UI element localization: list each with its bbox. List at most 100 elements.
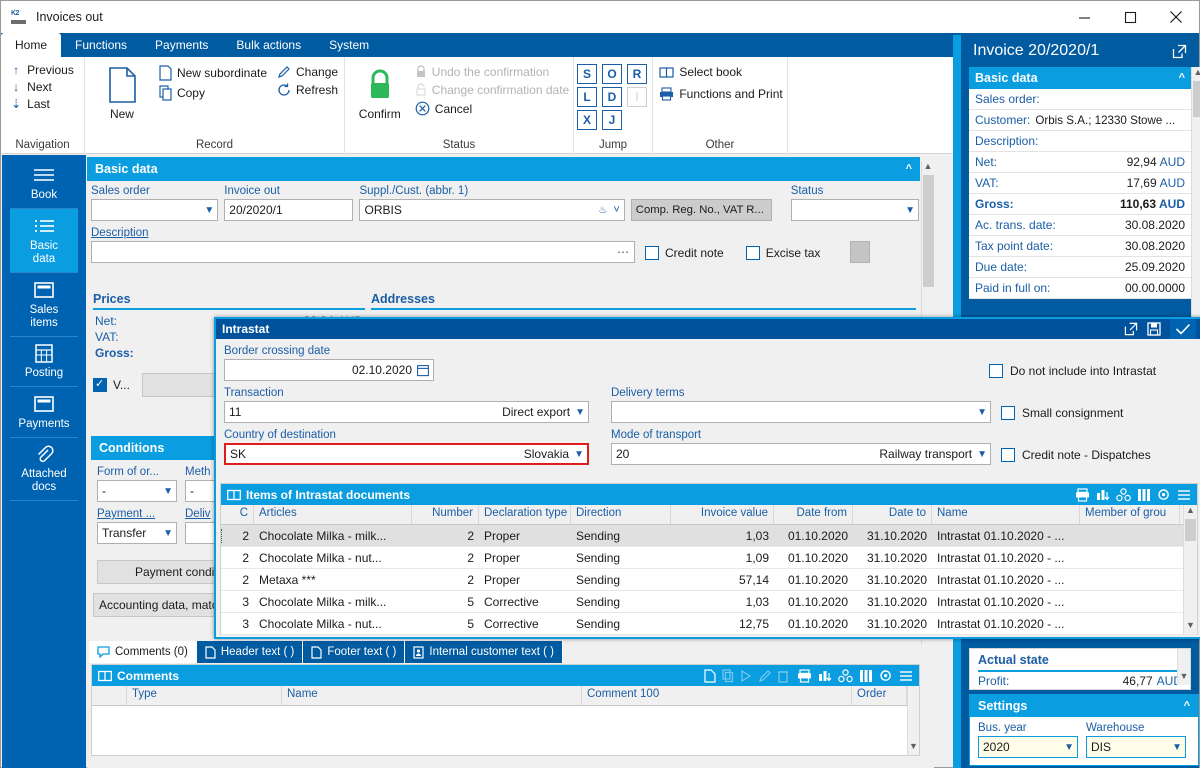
- table-row[interactable]: 3 Chocolate Milka - milk... 5 Corrective…: [221, 591, 1197, 613]
- chart-icon[interactable]: [1096, 488, 1110, 502]
- tab-bulk-actions[interactable]: Bulk actions: [222, 33, 315, 57]
- jump-key-o[interactable]: O: [602, 64, 622, 84]
- description-input[interactable]: ⋯: [91, 241, 635, 263]
- col-date-to[interactable]: Date to: [853, 505, 932, 524]
- dropdown-icon[interactable]: ▼: [204, 205, 214, 216]
- contact-tree-icon[interactable]: ♨: [598, 205, 607, 216]
- tab-header-text[interactable]: Header text ( ): [196, 641, 304, 663]
- dropdown-icon[interactable]: ▼: [977, 407, 987, 418]
- new-record-icon[interactable]: [704, 668, 716, 683]
- tab-system[interactable]: System: [315, 33, 383, 57]
- refresh-button[interactable]: Refresh: [277, 83, 338, 97]
- invoice-out-input[interactable]: 20/2020/1: [224, 199, 354, 221]
- form-of-order-input[interactable]: - ▼: [97, 480, 177, 502]
- table-row[interactable]: 3 Chocolate Milka - nut... 5 Corrective …: [221, 613, 1197, 635]
- open-external-icon[interactable]: [1172, 44, 1187, 59]
- mode-of-transport-input[interactable]: 20 Railway transport ▼: [611, 443, 991, 465]
- comments-grid-scrollbar[interactable]: ▼: [907, 686, 919, 755]
- scroll-down-arrow-icon[interactable]: ▼: [1186, 620, 1195, 634]
- chevron-down-icon[interactable]: ˅: [613, 204, 619, 216]
- scroll-up-arrow-icon[interactable]: ▲: [924, 161, 933, 175]
- dropdown-icon[interactable]: ▼: [163, 528, 173, 539]
- chevron-up-icon[interactable]: ^: [1184, 700, 1190, 712]
- functions-and-print-button[interactable]: Functions and Print: [659, 87, 783, 101]
- sidebar-item-attached-docs[interactable]: Attached docs: [10, 438, 78, 501]
- col-member-of-group[interactable]: Member of grou: [1080, 505, 1180, 524]
- confirm-button[interactable]: Confirm: [349, 61, 411, 121]
- print-icon[interactable]: [1075, 487, 1090, 502]
- tab-home[interactable]: Home: [1, 33, 62, 57]
- save-icon[interactable]: [1147, 322, 1161, 336]
- comments-col-comment[interactable]: Comment 100: [582, 686, 852, 705]
- right-sidebar-scrollbar[interactable]: ▲: [1191, 67, 1200, 349]
- nav-last-button[interactable]: ⇣ Last: [7, 97, 78, 111]
- do-not-include-intrastat-checkbox[interactable]: [989, 364, 1003, 378]
- new-button[interactable]: New: [91, 61, 153, 121]
- scroll-down-arrow-icon[interactable]: ▼: [1180, 671, 1189, 685]
- scroll-up-arrow-icon[interactable]: ▲: [1194, 67, 1200, 81]
- payment-input[interactable]: Transfer ▼: [97, 522, 177, 544]
- col-declaration-type[interactable]: Declaration type: [479, 505, 571, 524]
- col-date-from[interactable]: Date from: [774, 505, 853, 524]
- minimize-button[interactable]: [1061, 1, 1107, 33]
- columns-icon[interactable]: [1137, 488, 1151, 502]
- change-confirmation-date-button[interactable]: Change confirmation date: [415, 83, 569, 97]
- table-row[interactable]: 2 Chocolate Milka - nut... 2 Proper Send…: [221, 547, 1197, 569]
- color-indicator[interactable]: [850, 241, 871, 263]
- undo-confirmation-button[interactable]: Undo the confirmation: [415, 65, 569, 79]
- settings-gear-icon[interactable]: [879, 669, 893, 683]
- print-icon[interactable]: [797, 668, 812, 683]
- warehouse-input[interactable]: DIS ▼: [1086, 736, 1186, 758]
- col-direction[interactable]: Direction: [571, 505, 671, 524]
- dropdown-icon[interactable]: ▼: [1172, 742, 1182, 753]
- col-name[interactable]: Name: [932, 505, 1080, 524]
- close-button[interactable]: [1153, 1, 1199, 33]
- status-input[interactable]: ▼: [790, 199, 919, 221]
- dropdown-icon[interactable]: ▼: [905, 205, 915, 216]
- select-book-button[interactable]: Select book: [659, 65, 782, 79]
- tab-functions[interactable]: Functions: [61, 33, 141, 57]
- col-invoice-value[interactable]: Invoice value: [671, 505, 774, 524]
- scroll-up-arrow-icon[interactable]: ▲: [1186, 505, 1195, 519]
- supplier-customer-input[interactable]: ORBIS ♨ ˅: [359, 199, 625, 221]
- sales-order-input[interactable]: ▼: [91, 199, 219, 221]
- country-of-destination-input[interactable]: SK Slovakia ▼: [224, 443, 589, 465]
- comments-grid-body[interactable]: [92, 706, 919, 754]
- sidebar-item-book[interactable]: Book: [10, 158, 78, 209]
- table-row[interactable]: 2 Chocolate Milka - milk... 2 Proper Sen…: [221, 525, 1197, 547]
- col-number[interactable]: Number: [412, 505, 479, 524]
- small-consignment-checkbox[interactable]: [1001, 406, 1015, 420]
- chevron-up-icon[interactable]: ^: [1179, 72, 1185, 84]
- delivery-terms-input[interactable]: ▼: [611, 401, 991, 423]
- main-scrollbar-thumb[interactable]: [922, 175, 934, 287]
- vat-checkbox[interactable]: [93, 377, 107, 392]
- group-icon[interactable]: [838, 668, 853, 683]
- dropdown-icon[interactable]: ▼: [163, 486, 173, 497]
- settings-gear-icon[interactable]: [1157, 488, 1171, 502]
- ellipsis-icon[interactable]: ⋯: [617, 245, 630, 259]
- jump-key-r[interactable]: R: [627, 64, 647, 84]
- comments-col-type[interactable]: Type: [127, 686, 282, 705]
- jump-key-x[interactable]: X: [577, 110, 597, 130]
- transaction-input[interactable]: 11 Direct export ▼: [224, 401, 589, 423]
- jump-key-l[interactable]: L: [577, 87, 597, 107]
- tab-footer-text[interactable]: Footer text ( ): [303, 641, 406, 663]
- columns-icon[interactable]: [859, 669, 873, 683]
- sidebar-item-sales-items[interactable]: Sales items: [10, 273, 78, 337]
- dropdown-icon[interactable]: ▼: [575, 407, 585, 418]
- excise-tax-checkbox[interactable]: [745, 246, 760, 260]
- bus-year-input[interactable]: 2020 ▼: [978, 736, 1078, 758]
- comments-col-name[interactable]: Name: [282, 686, 582, 705]
- tab-internal-customer-text[interactable]: Internal customer text ( ): [405, 641, 564, 663]
- nav-previous-button[interactable]: ↑ Previous: [7, 63, 78, 77]
- change-button[interactable]: Change: [277, 65, 338, 79]
- group-icon[interactable]: [1116, 487, 1131, 502]
- cancel-button[interactable]: Cancel: [415, 101, 569, 116]
- sidebar-item-payments[interactable]: Payments: [10, 387, 78, 438]
- chevron-up-icon[interactable]: ^: [906, 163, 912, 175]
- copy-button[interactable]: Copy: [159, 85, 267, 101]
- jump-key-s[interactable]: S: [577, 64, 597, 84]
- sidebar-item-posting[interactable]: Posting: [10, 337, 78, 387]
- right-sidebar-scrollbar-thumb[interactable]: [1192, 81, 1200, 117]
- tab-comments[interactable]: Comments (0): [89, 641, 197, 663]
